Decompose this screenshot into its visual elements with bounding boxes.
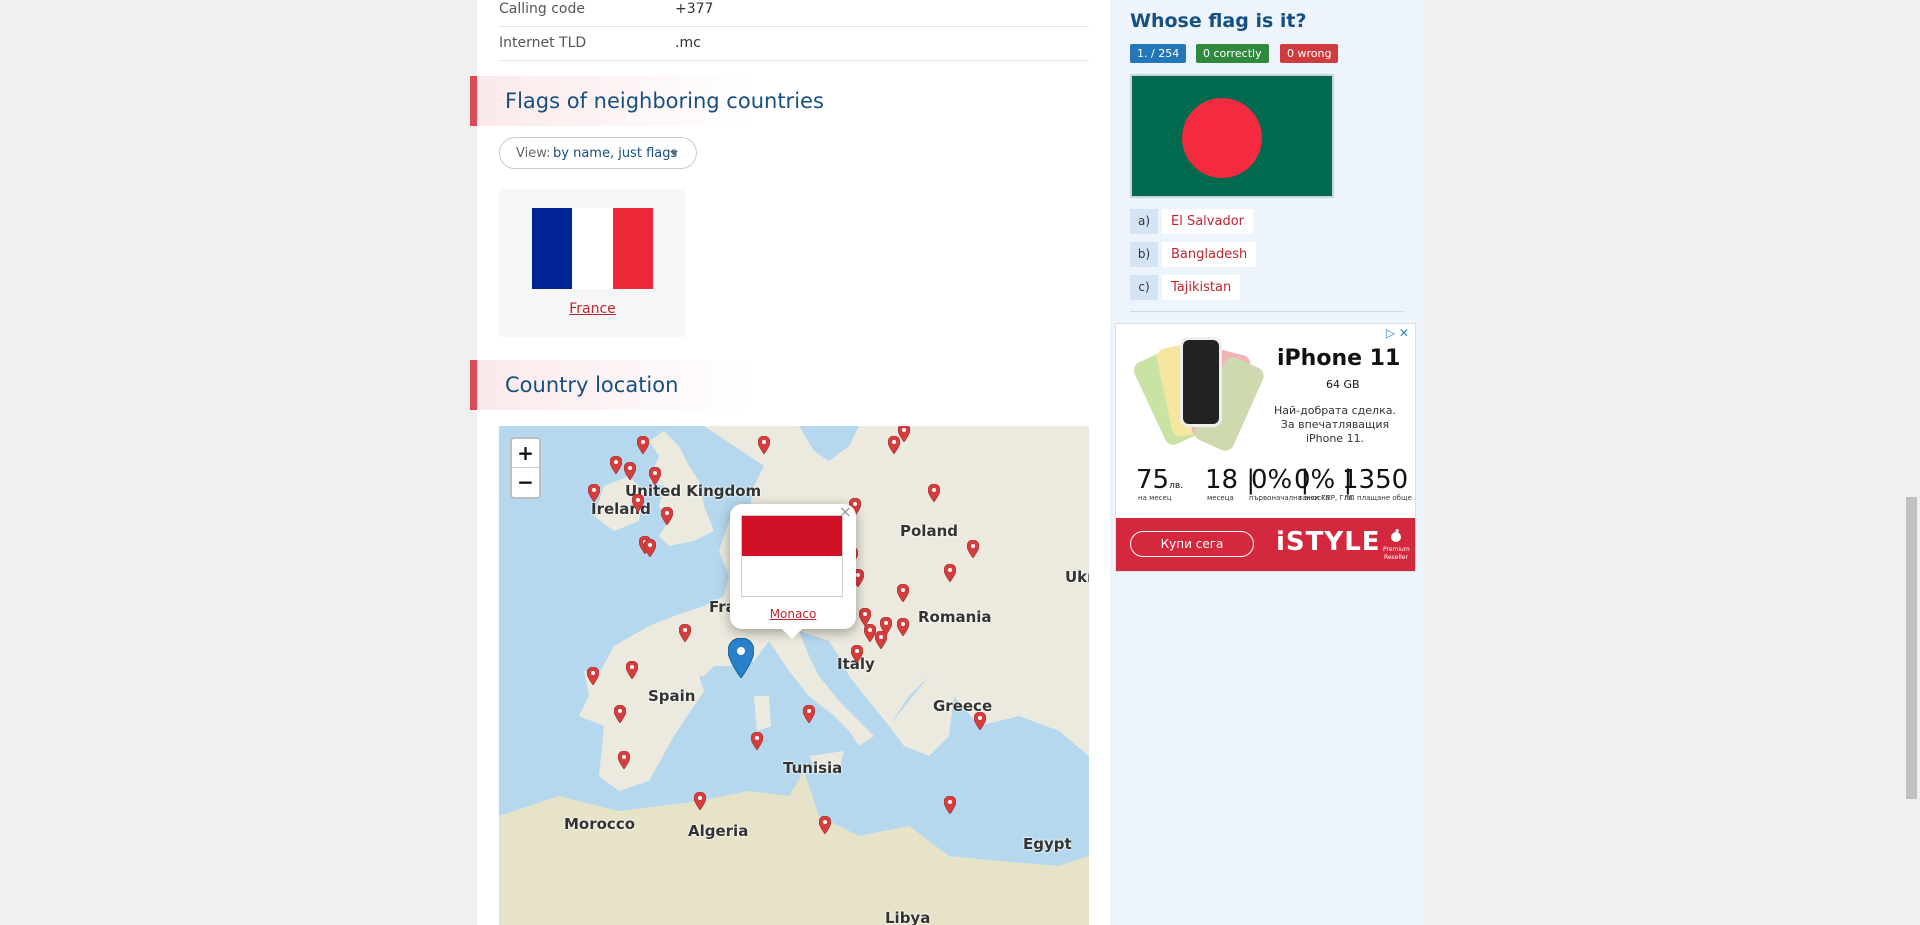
zoom-out-button[interactable]: − (512, 468, 539, 497)
location-marker-icon[interactable] (803, 705, 815, 723)
ad-stat: 75лв. (1136, 465, 1183, 495)
apple-icon (1391, 528, 1401, 542)
premium-reseller-badge: Premium Reseller (1383, 528, 1410, 562)
section-title: Country location (505, 373, 679, 397)
location-marker-icon[interactable] (626, 661, 638, 679)
map-label: Algeria (688, 822, 749, 840)
info-value: .mc (675, 35, 701, 51)
advertisement-banner[interactable]: ▷ ✕ iPhone 11 64 GB Най-добрата сделка. … (1115, 323, 1416, 572)
location-marker-icon[interactable] (967, 540, 979, 558)
correct-badge: 0 correctly (1196, 44, 1269, 63)
location-marker-icon[interactable] (888, 436, 900, 454)
info-row-calling-code: Calling code +377 (499, 0, 1089, 27)
location-marker-icon[interactable] (679, 624, 691, 642)
map-label: United Kingdom (625, 482, 762, 500)
option-answer[interactable]: Bangladesh (1162, 242, 1257, 267)
location-marker-icon[interactable] (624, 462, 636, 480)
location-marker-icon[interactable] (618, 751, 630, 769)
location-marker-icon[interactable] (649, 467, 661, 485)
map-label: Libya (885, 909, 931, 925)
view-label: View: (516, 146, 551, 161)
ad-stat-caption: лв. плащане обще лв. (1344, 494, 1415, 502)
location-marker-icon[interactable] (897, 618, 909, 636)
section-header-location: Country location (470, 360, 1090, 410)
section-title: Flags of neighboring countries (505, 89, 824, 113)
location-marker-icon[interactable] (694, 792, 706, 810)
ad-choices-close-icon[interactable]: ▷ ✕ (1386, 326, 1409, 340)
location-marker-icon[interactable] (928, 484, 940, 502)
location-marker-icon[interactable] (851, 645, 863, 663)
location-marker-icon[interactable] (614, 705, 626, 723)
section-header-neighbors: Flags of neighboring countries (470, 76, 1090, 126)
option-letter: b) (1130, 242, 1158, 267)
buy-now-button[interactable]: Купи сега (1130, 531, 1254, 557)
option-letter: c) (1130, 275, 1158, 300)
location-marker-icon[interactable] (751, 732, 763, 750)
country-location-map[interactable]: + − United Kingdom Ireland Poland France… (499, 426, 1089, 925)
map-popup: × Monaco (730, 502, 856, 639)
wrong-badge: 0 wrong (1280, 44, 1339, 63)
map-label: Romania (918, 608, 992, 626)
view-value: by name, just flags (553, 146, 678, 161)
view-mode-dropdown[interactable]: View: by name, just flags (499, 137, 697, 169)
france-flag[interactable] (532, 208, 653, 289)
ad-product-name: iPhone 11 (1277, 346, 1401, 371)
option-answer[interactable]: El Salvador (1162, 209, 1253, 234)
ad-stat: 18 | (1205, 465, 1256, 495)
location-marker-icon[interactable] (610, 456, 622, 474)
zoom-control: + − (510, 437, 541, 499)
location-marker-icon[interactable] (632, 494, 644, 512)
location-marker-icon[interactable] (758, 436, 770, 454)
map-label: Poland (900, 522, 958, 540)
location-marker-icon[interactable] (974, 712, 986, 730)
quiz-flag-image (1130, 74, 1334, 198)
ad-cta-bar: Купи сега iSTYLE Premium Reseller (1116, 518, 1415, 571)
monaco-flag (741, 515, 843, 597)
location-marker-icon[interactable] (587, 667, 599, 685)
map-label: Morocco (564, 815, 636, 833)
ad-stat-caption: месеца (1207, 494, 1234, 502)
iphone-product-image (1130, 333, 1267, 455)
info-value: +377 (675, 1, 714, 17)
ad-capacity: 64 GB (1326, 378, 1360, 391)
divider (1130, 311, 1404, 312)
page-scrollbar[interactable] (1903, 0, 1920, 925)
progress-badge: 1. / 254 (1130, 44, 1187, 63)
ad-stat-caption: на месец (1138, 494, 1172, 502)
popup-country-link[interactable]: Monaco (730, 607, 856, 621)
option-answer[interactable]: Tajikistan (1162, 275, 1241, 300)
flag-disc (1182, 98, 1262, 178)
selected-location-marker-icon[interactable] (728, 638, 754, 678)
info-label: Internet TLD (499, 35, 587, 51)
location-marker-icon[interactable] (637, 436, 649, 454)
istyle-logo: iSTYLE (1276, 527, 1381, 557)
option-letter: a) (1130, 209, 1158, 234)
scrollbar-thumb[interactable] (1906, 497, 1917, 799)
stat-value: 75 (1136, 465, 1170, 495)
location-marker-icon[interactable] (819, 816, 831, 834)
info-row-tld: Internet TLD .mc (499, 26, 1089, 61)
neighbor-country-link[interactable]: France (499, 301, 686, 317)
info-label: Calling code (499, 1, 585, 17)
location-marker-icon[interactable] (944, 564, 956, 582)
ad-deal-text: Най-добрата сделка. За впечатляващия iPh… (1274, 404, 1396, 445)
zoom-in-button[interactable]: + (512, 439, 539, 468)
reseller-text: Premium Reseller (1383, 546, 1410, 561)
location-marker-icon[interactable] (944, 796, 956, 814)
location-marker-icon[interactable] (588, 484, 600, 502)
location-marker-icon[interactable] (875, 631, 887, 649)
map-label: Egypt (1023, 835, 1072, 853)
ad-stat: 1350 (1342, 465, 1409, 495)
stat-unit: лв. (1169, 481, 1184, 491)
caret-down-icon (670, 151, 678, 156)
quiz-title: Whose flag is it? (1130, 10, 1307, 32)
location-marker-icon[interactable] (644, 539, 656, 557)
neighbor-card-france[interactable]: France (499, 189, 686, 337)
map-label: Spain (648, 687, 696, 705)
map-label: Tunisia (783, 759, 843, 777)
location-marker-icon[interactable] (661, 507, 673, 525)
map-label: Ukr (1065, 568, 1089, 586)
location-marker-icon[interactable] (897, 584, 909, 602)
